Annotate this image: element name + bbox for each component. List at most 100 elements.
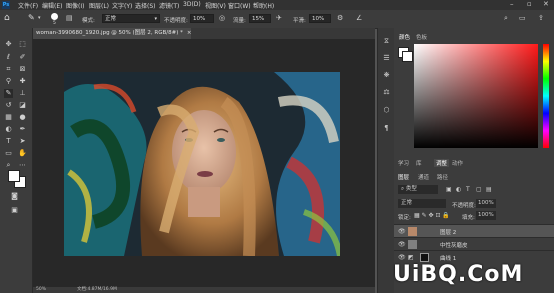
options-bar: ⌂ ✎ ▾ 5 ▤ 模式: 正常 ▾ 不透明度: 10% ◎ 流量: 15% ✈ …	[0, 10, 554, 29]
layer-row[interactable]: 👁 中性灰磨皮	[394, 237, 554, 250]
close-icon[interactable]: ✕	[543, 0, 549, 8]
fill-field[interactable]: 100%	[476, 211, 496, 220]
tab-learn[interactable]: 学习	[398, 159, 409, 167]
smoothing-field[interactable]: 10%	[309, 14, 331, 23]
opacity-label: 不透明度:	[164, 18, 188, 24]
stamp-tool-icon[interactable]: ⊥	[18, 89, 27, 98]
lock-icons[interactable]: ▦ ✎ ✥ ⊡ 🔒	[414, 212, 450, 219]
brush-tool-icon[interactable]: ✎	[4, 89, 13, 98]
tab-swatches[interactable]: 色板	[416, 33, 427, 41]
share-icon[interactable]: ⇪	[538, 14, 544, 22]
filter-smart-icon[interactable]: ▤	[486, 186, 492, 193]
filter-type-icon[interactable]: T	[466, 186, 470, 193]
3d-panel-icon[interactable]: ⬡	[382, 106, 391, 115]
menu-filter[interactable]: 滤镜(T)	[159, 1, 179, 10]
spot-heal-tool-icon[interactable]: ✚	[18, 77, 27, 86]
zoom-level[interactable]: 50%	[36, 287, 46, 293]
filter-adjust-icon[interactable]: ◐	[456, 186, 461, 193]
zoom-tool-icon[interactable]: ⌕	[4, 161, 13, 170]
mode-select[interactable]: 正常 ▾	[102, 14, 160, 23]
path-select-tool-icon[interactable]: ➤	[18, 137, 27, 146]
brush-tool-icon[interactable]: ✎	[28, 13, 35, 22]
screen-mode-icon[interactable]: ▣	[10, 206, 19, 215]
menu-layer[interactable]: 图层(L)	[89, 1, 109, 10]
type-tool-icon[interactable]: T	[4, 137, 13, 146]
eraser-tool-icon[interactable]: ◪	[18, 101, 27, 110]
layer-opacity-value: 100%	[478, 200, 494, 206]
tab-color[interactable]: 颜色	[399, 33, 410, 41]
filter-pixel-icon[interactable]: ▣	[446, 186, 452, 193]
blur-tool-icon[interactable]: ●	[18, 113, 27, 122]
layer-filter-select[interactable]: ⌕ 类型	[398, 185, 438, 194]
home-icon[interactable]: ⌂	[4, 13, 10, 23]
maximize-icon[interactable]: ▫	[527, 0, 532, 8]
more-tools-icon[interactable]: ⋯	[18, 161, 27, 170]
history-panel-icon[interactable]: ⧖	[382, 37, 391, 46]
menu-select[interactable]: 选择(S)	[135, 1, 156, 10]
hand-tool-icon[interactable]: ✋	[18, 149, 27, 158]
menu-type[interactable]: 文字(Y)	[112, 1, 132, 10]
tab-actions[interactable]: 动作	[452, 159, 463, 167]
menu-help[interactable]: 帮助(H)	[253, 1, 274, 10]
brush-preview-icon[interactable]	[51, 13, 58, 20]
mode-value: 正常	[105, 16, 117, 22]
properties-panel-icon[interactable]: ☰	[382, 54, 391, 63]
layer-opacity-field[interactable]: 100%	[476, 199, 496, 208]
tool-preset-chevron-icon[interactable]: ▾	[38, 15, 41, 21]
color-picker-field[interactable]	[414, 44, 538, 148]
bg-swatch-small[interactable]	[402, 51, 413, 62]
move-tool-icon[interactable]: ✥	[4, 40, 13, 49]
tab-libraries[interactable]: 库	[416, 159, 422, 167]
close-tab-icon[interactable]: ×	[187, 30, 191, 36]
brush-panel-icon[interactable]: ❋	[382, 71, 391, 80]
adjust-panel-icon[interactable]: ⚖	[382, 88, 391, 97]
eye-icon[interactable]: 👁	[398, 241, 406, 248]
blend-mode-select[interactable]: 正常	[398, 199, 446, 208]
lasso-tool-icon[interactable]: ℓ	[4, 53, 13, 62]
lock-label: 锁定:	[398, 215, 411, 221]
collapsed-panels-strip: ⧖ ☰ ❋ ⚖ ⬡ ¶	[377, 28, 394, 293]
canvas-area[interactable]	[33, 39, 375, 287]
search-icon[interactable]: ⌕	[504, 14, 508, 23]
filter-shape-icon[interactable]: ▢	[476, 186, 482, 193]
history-brush-tool-icon[interactable]: ↺	[4, 101, 13, 110]
minimize-icon[interactable]: –	[510, 0, 514, 8]
filter-kind-label: 类型	[405, 186, 417, 192]
document-info[interactable]: 文档:4.87M/16.9M	[77, 287, 117, 293]
crop-tool-icon[interactable]: ⌗	[4, 65, 13, 74]
eyedropper-tool-icon[interactable]: ⚲	[4, 77, 13, 86]
quick-mask-icon[interactable]: ◙	[10, 192, 19, 201]
tab-adjustments[interactable]: 调整	[434, 159, 450, 167]
eye-icon[interactable]: 👁	[398, 228, 406, 235]
paragraph-panel-icon[interactable]: ¶	[382, 124, 391, 133]
brush-settings-icon[interactable]: ▤	[66, 14, 73, 22]
workspace-icon[interactable]: ▭	[519, 14, 526, 22]
pressure-opacity-icon[interactable]: ◎	[219, 14, 225, 22]
menu-window[interactable]: 窗口(W)	[228, 1, 251, 10]
flow-field[interactable]: 15%	[249, 14, 271, 23]
angle-icon[interactable]: ∠	[356, 14, 362, 22]
menu-image[interactable]: 图像(I)	[66, 1, 84, 10]
menu-3d[interactable]: 3D(D)	[183, 1, 201, 8]
hue-slider[interactable]	[543, 44, 549, 148]
smoothing-gear-icon[interactable]: ⚙	[337, 14, 343, 22]
shape-tool-icon[interactable]: ▭	[4, 149, 13, 158]
tab-channels[interactable]: 通道	[418, 173, 429, 181]
frame-tool-icon[interactable]: ⊠	[18, 65, 27, 74]
menu-file[interactable]: 文件(F)	[18, 1, 38, 10]
document-tab[interactable]: woman-3990680_1920.jpg @ 50% (图层 2, RGB/…	[33, 28, 191, 39]
opacity-field[interactable]: 10%	[190, 14, 214, 23]
gradient-tool-icon[interactable]: ▦	[4, 113, 13, 122]
menu-edit[interactable]: 编辑(E)	[42, 1, 62, 10]
tab-paths[interactable]: 路径	[437, 173, 448, 181]
tab-layers[interactable]: 图层	[398, 173, 409, 181]
airbrush-icon[interactable]: ✈	[276, 14, 282, 22]
layer-row[interactable]: 👁 图层 2	[394, 224, 554, 237]
photo-canvas[interactable]	[64, 72, 340, 256]
menu-view[interactable]: 视图(V)	[205, 1, 226, 10]
dodge-tool-icon[interactable]: ◐	[4, 125, 13, 134]
eye-icon[interactable]: 👁	[398, 254, 406, 261]
pen-tool-icon[interactable]: ✒	[18, 125, 27, 134]
marquee-tool-icon[interactable]: ⬚	[18, 40, 27, 49]
quick-select-tool-icon[interactable]: ✐	[18, 53, 27, 62]
